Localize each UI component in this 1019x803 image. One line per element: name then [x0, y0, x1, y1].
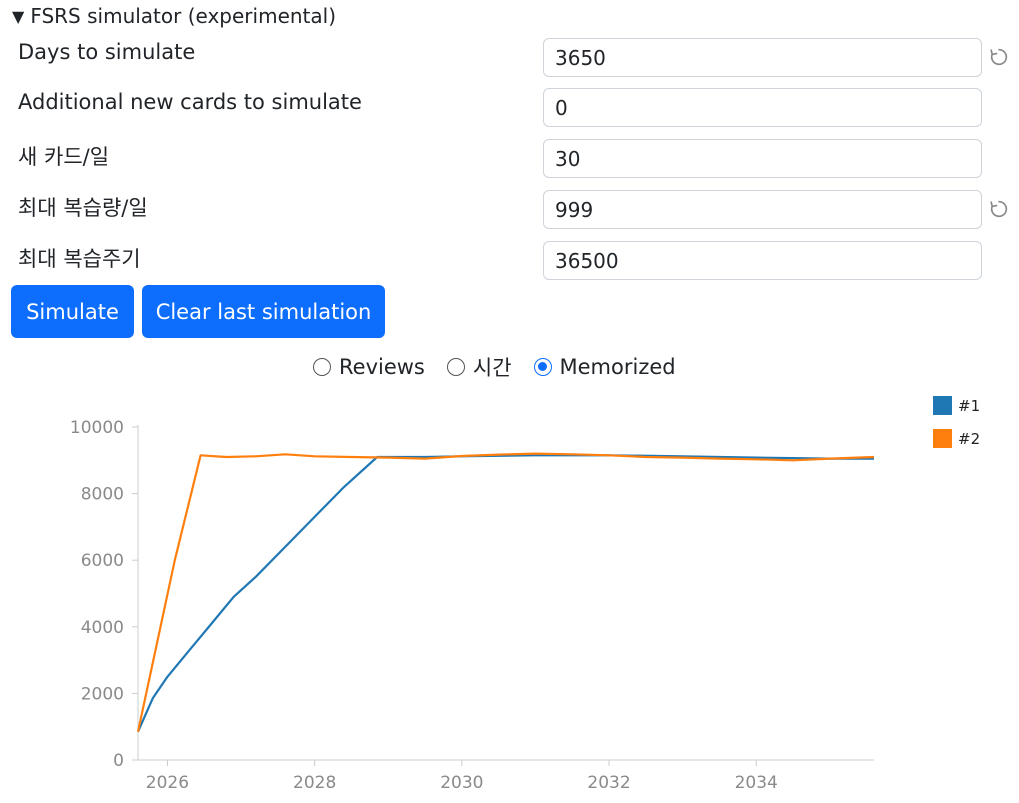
field-row-additional-cards: Additional new cards to simulate: [0, 88, 1019, 128]
days-to-simulate-input[interactable]: [543, 38, 982, 77]
series-line-2: [136, 452, 875, 732]
radio-reviews[interactable]: Reviews: [313, 355, 425, 379]
disclosure-triangle-icon: ▼: [12, 6, 25, 26]
max-reviews-per-day-input[interactable]: [543, 190, 982, 229]
new-cards-per-day-label: 새 카드/일: [18, 145, 110, 169]
days-to-simulate-label: Days to simulate: [18, 40, 196, 64]
radio-time-circle[interactable]: [446, 358, 465, 376]
chart-mode-radio-group: Reviews 시간 Memorized: [313, 352, 698, 382]
radio-memorized-label: Memorized: [559, 355, 676, 379]
field-row-max-reviews-per-day: 최대 복습량/일: [0, 190, 1019, 230]
simulate-button[interactable]: Simulate: [11, 285, 134, 338]
radio-reviews-circle[interactable]: [313, 358, 331, 376]
memorized-chart: 0 2000 4000 6000 8000 10000 2026 2028 2030 2032 20…: [70, 396, 980, 793]
additional-new-cards-label: Additional new cards to simulate: [18, 90, 362, 114]
legend-swatch-2: [933, 429, 952, 448]
reset-icon[interactable]: [988, 198, 1010, 220]
x-tick-label: 2030: [440, 773, 483, 793]
x-tick-label: 2032: [587, 773, 630, 793]
simulator-summary-toggle[interactable]: ▼ FSRS simulator (experimental): [12, 4, 336, 28]
simulator-title: FSRS simulator (experimental): [30, 4, 337, 28]
additional-new-cards-input[interactable]: [543, 88, 982, 127]
max-reviews-per-day-label: 최대 복습량/일: [18, 196, 148, 220]
radio-memorized-circle[interactable]: [533, 358, 552, 376]
radio-reviews-label: Reviews: [339, 355, 425, 379]
y-tick-label: 10000: [70, 418, 124, 438]
field-row-new-cards-per-day: 새 카드/일: [0, 139, 1019, 179]
y-tick-label: 8000: [81, 485, 124, 505]
max-interval-input[interactable]: [543, 241, 982, 280]
radio-time-label: 시간: [472, 356, 512, 380]
x-tick-label: 2034: [735, 773, 778, 793]
field-row-days: Days to simulate: [0, 38, 1019, 78]
x-tick-label: 2026: [146, 773, 189, 793]
x-tick-label: 2028: [293, 773, 336, 793]
series-line-1: [136, 454, 874, 733]
y-tick-label: 2000: [81, 684, 124, 704]
new-cards-per-day-input[interactable]: [543, 139, 982, 178]
radio-memorized[interactable]: Memorized: [533, 355, 676, 379]
clear-last-simulation-button[interactable]: Clear last simulation: [142, 285, 385, 338]
field-row-max-interval: 최대 복습주기: [0, 241, 1019, 281]
legend-label-2: #2: [958, 430, 980, 448]
radio-time[interactable]: 시간: [446, 352, 512, 382]
y-tick-label: 4000: [81, 618, 124, 638]
y-tick-label: 0: [113, 751, 124, 771]
legend-swatch-1: [933, 396, 952, 415]
legend-label-1: #1: [958, 397, 980, 415]
reset-icon[interactable]: [988, 46, 1010, 68]
max-interval-label: 최대 복습주기: [18, 247, 141, 271]
y-tick-label: 6000: [81, 551, 124, 571]
